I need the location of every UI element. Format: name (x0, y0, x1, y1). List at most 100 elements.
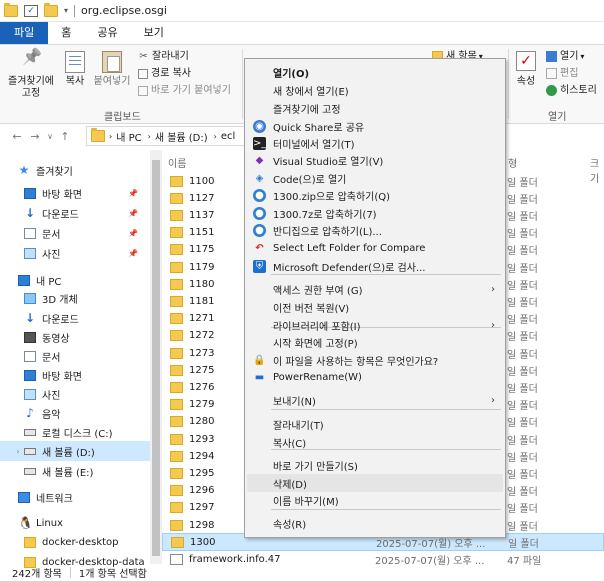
forward-arrow-icon[interactable]: → (26, 130, 44, 143)
tab-home[interactable]: 홈 (48, 22, 84, 44)
breadcrumb-volume-d[interactable]: 새 볼륨 (D:) (155, 129, 208, 144)
column-header-name[interactable]: 이름 (168, 155, 186, 170)
context-menu-item[interactable]: ◆ Visual Studio로 열기(V) (247, 151, 503, 169)
open-button[interactable]: 열기 ▾ (546, 50, 584, 63)
context-menu-item[interactable]: 시작 화면에 고정(P) (247, 333, 503, 351)
file-type: 일 폴더 (507, 504, 538, 516)
up-arrow-icon[interactable]: ↑ (56, 130, 74, 143)
folder-icon (170, 261, 183, 273)
context-menu: 열기(O) 새 창에서 열기(E) 즐겨찾기에 고정 ◉ Quick Share로 공유… (244, 58, 506, 538)
nav-item[interactable]: 🐧 Linux (0, 513, 150, 533)
pin-to-quick-access-button[interactable]: 즐겨찾기에 고정 (4, 45, 58, 100)
nav-item-label: 사진 (42, 390, 61, 402)
context-menu-item[interactable]: 라이브러리에 포함(I) › (247, 316, 503, 334)
folder-icon (170, 433, 183, 445)
context-menu-item[interactable]: 🔒 이 파일을 사용하는 항목은 무엇인가요? (247, 351, 503, 369)
context-menu-item[interactable]: 잘라내기(T) (247, 415, 503, 433)
copy-button[interactable]: 복사 (60, 45, 90, 88)
nav-item[interactable]: docker-desktop (0, 532, 150, 552)
nav-item[interactable]: ↓ 다운로드 (0, 308, 150, 328)
folder-icon (170, 485, 183, 497)
nav-item[interactable]: ★ 즐겨찾기 (0, 160, 150, 180)
nav-item[interactable]: 바탕 화면 (0, 365, 150, 385)
nav-item[interactable]: 로컬 디스크 (C:) (0, 422, 150, 442)
nav-item[interactable]: 네트워크 (0, 487, 150, 507)
context-menu-item[interactable]: 액세스 권한 부여 (G) › (247, 280, 503, 298)
context-menu-item[interactable]: 이전 버전 복원(V) (247, 298, 503, 316)
submenu-arrow-icon: › (491, 394, 495, 406)
bandizip-icon: ● (253, 188, 266, 202)
folder-icon (170, 450, 183, 462)
nav-scrollbar-thumb[interactable] (152, 160, 160, 556)
address-input[interactable]: › 내 PC › 새 볼륨 (D:) › ecl (86, 126, 246, 146)
tab-file[interactable]: 파일 (0, 22, 49, 44)
pin-label: 즐겨찾기에 고정 (8, 76, 54, 99)
context-menu-item[interactable]: 삭제(D) (247, 474, 503, 492)
column-header-type[interactable]: 형 (508, 155, 517, 170)
nav-scrollbar[interactable] (150, 150, 162, 564)
context-menu-item[interactable]: ▬ PowerRename(W) (247, 368, 503, 386)
properties-label: 속성 (516, 76, 536, 87)
context-menu-item[interactable]: >_ 터미널에서 열기(T) (247, 134, 503, 152)
quick-access-dropdown-icon[interactable]: ▾ (64, 6, 68, 15)
context-menu-item[interactable]: 즐겨찾기에 고정 (247, 99, 503, 117)
open-dropdown-icon: ▾ (580, 52, 585, 61)
breadcrumb-eclipse[interactable]: ecl (221, 131, 235, 142)
context-menu-item[interactable]: 복사(C) (247, 433, 503, 451)
context-menu-item[interactable]: 새 창에서 열기(E) (247, 81, 503, 99)
context-menu-item[interactable]: 보내기(N) › (247, 391, 503, 409)
context-menu-item[interactable]: 속성(R) (247, 514, 503, 532)
paste-shortcut-button[interactable]: 바로 가기 붙여넣기 (138, 84, 231, 97)
quick-share-icon: ◉ (253, 119, 266, 133)
nav-item[interactable]: › 새 볼륨 (D:) (0, 441, 150, 461)
context-menu-item[interactable]: ● 1300.zip으로 압축하기(Q) (247, 186, 503, 204)
nav-item[interactable]: 사진 (0, 384, 150, 404)
folder-icon (170, 192, 183, 204)
copy-path-button[interactable]: 경로 복사 (138, 67, 191, 80)
expand-chevron-icon[interactable]: › (12, 447, 24, 456)
document-icon (24, 227, 36, 239)
properties-check-icon[interactable]: ✓ (24, 4, 38, 17)
nav-item[interactable]: ♪ 음악 (0, 403, 150, 423)
nav-item[interactable]: 3D 개체 (0, 288, 150, 308)
context-menu-item[interactable]: 이름 바꾸기(M) (247, 491, 503, 509)
folder-icon (171, 536, 184, 548)
context-menu-item[interactable]: 열기(O) (247, 63, 503, 81)
context-menu-item[interactable]: ◈ Code(으)로 열기 (247, 169, 503, 187)
file-name: 1300 (190, 536, 216, 548)
breadcrumb-pc[interactable]: 내 PC (116, 129, 141, 144)
recent-dropdown-icon[interactable]: ∨ (44, 132, 56, 141)
context-menu-item[interactable]: ● 반디집으로 압축하기(L)... (247, 221, 503, 239)
nav-item[interactable]: 문서 📌 (0, 223, 150, 243)
paste-button[interactable]: 붙여넣기 (92, 45, 132, 88)
nav-item[interactable]: 문서 (0, 346, 150, 366)
tab-share[interactable]: 공유 (84, 22, 130, 44)
nav-item[interactable]: 내 PC (0, 270, 150, 290)
folder-icon (170, 278, 183, 290)
nav-item[interactable]: 동영상 (0, 327, 150, 347)
context-menu-item[interactable]: ↶ Select Left Folder for Compare (247, 239, 503, 257)
cut-button[interactable]: ✂ 잘라내기 (138, 50, 189, 63)
pinned-icon: 📌 (128, 248, 138, 258)
context-menu-item[interactable]: ⛨ Microsoft Defender(으)로 검사... (247, 257, 503, 275)
status-separator (69, 567, 71, 578)
tab-view[interactable]: 보기 (131, 22, 177, 44)
menu-item-label: 이름 바꾸기(M) (273, 496, 339, 508)
edit-button[interactable]: 편집 (546, 67, 578, 80)
menu-item-label: 1300.7z로 압축하기(7) (273, 209, 377, 221)
pinned-icon: 📌 (128, 228, 138, 238)
nav-item[interactable]: 바탕 화면 📌 (0, 183, 150, 203)
nav-item[interactable]: 사진 📌 (0, 243, 150, 263)
context-menu-item[interactable]: 바로 가기 만들기(S) (247, 456, 503, 474)
nav-item-label: docker-desktop (42, 536, 119, 548)
new-folder-icon[interactable] (44, 2, 58, 17)
videos-icon (24, 331, 36, 343)
file-type: 일 폴더 (507, 349, 538, 361)
nav-item[interactable]: 새 볼륨 (E:) (0, 461, 150, 481)
nav-item[interactable]: ↓ 다운로드 📌 (0, 203, 150, 223)
history-button[interactable]: 히스토리 (546, 84, 597, 97)
context-menu-item[interactable]: ● 1300.7z로 압축하기(7) (247, 204, 503, 222)
back-arrow-icon[interactable]: ← (8, 130, 26, 143)
context-menu-item[interactable]: ◉ Quick Share로 공유 (247, 117, 503, 135)
properties-button[interactable]: ✓ 속성 (512, 45, 540, 88)
